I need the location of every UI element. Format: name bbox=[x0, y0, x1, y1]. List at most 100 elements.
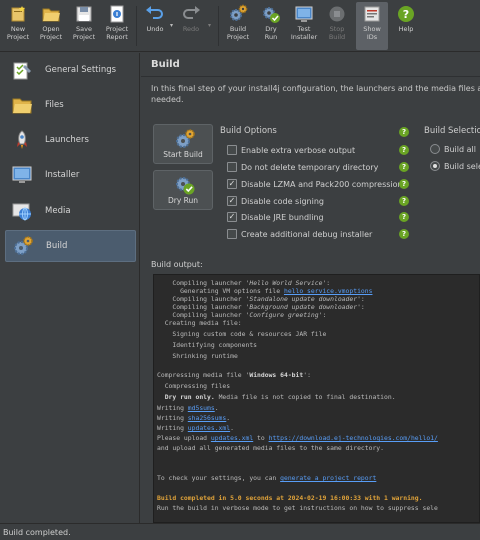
sidebar-item-label: Files bbox=[45, 100, 64, 110]
help-icon[interactable]: ? bbox=[399, 212, 409, 222]
monitor-icon bbox=[9, 162, 35, 188]
output-line: Compiling launcher 'Hello World Service'… bbox=[157, 279, 331, 287]
option-no-delete-temp[interactable]: Do not delete temporary directory bbox=[227, 160, 407, 174]
dry-run-icon bbox=[261, 4, 281, 24]
redo-icon bbox=[181, 4, 201, 24]
dry-run-big-button[interactable]: Dry Run bbox=[153, 170, 213, 210]
show-ids-icon bbox=[362, 4, 382, 24]
checkbox-checked[interactable]: ✓ bbox=[227, 179, 237, 189]
help-button[interactable]: ? Help bbox=[390, 2, 422, 50]
help-icon[interactable]: ? bbox=[399, 145, 409, 155]
stop-build-button[interactable]: Stop Build bbox=[321, 2, 353, 50]
report-icon bbox=[107, 4, 127, 24]
undo-label: Undo bbox=[146, 25, 164, 33]
sidebar: General Settings Files Launchers Install… bbox=[0, 53, 140, 523]
sidebar-item-label: General Settings bbox=[45, 65, 117, 75]
checkbox-checked[interactable]: ✓ bbox=[227, 212, 237, 222]
gears-icon bbox=[228, 4, 248, 24]
test-installer-button[interactable]: Test Installer bbox=[288, 2, 320, 50]
output-line: Writing updates.xml. bbox=[157, 424, 234, 432]
output-line: Identifying components bbox=[157, 341, 258, 349]
sidebar-item-label: Media bbox=[45, 206, 71, 216]
help-icon[interactable]: ? bbox=[399, 127, 409, 137]
sidebar-item-installer[interactable]: Installer bbox=[5, 159, 136, 191]
sidebar-item-build[interactable]: Build bbox=[5, 230, 136, 262]
save-icon bbox=[74, 4, 94, 24]
output-line: Compiling launcher 'Standalone update do… bbox=[157, 295, 365, 303]
option-label: Disable code signing bbox=[241, 196, 324, 206]
undo-dropdown-icon[interactable]: ▾ bbox=[170, 22, 173, 29]
radio-label: Build sele bbox=[444, 161, 480, 171]
output-line: To check your settings, you can generate… bbox=[157, 474, 377, 482]
main-panel: Build In this final step of your install… bbox=[141, 53, 480, 523]
radio-button[interactable] bbox=[430, 144, 440, 154]
build-project-button[interactable]: Build Project bbox=[222, 2, 254, 50]
help-icon[interactable]: ? bbox=[399, 229, 409, 239]
description-line: needed. bbox=[151, 95, 184, 104]
output-line: Compressing media file 'Windows 64-bit': bbox=[157, 371, 311, 379]
page-description: In this final step of your install4j con… bbox=[151, 83, 480, 105]
checkbox[interactable] bbox=[227, 145, 237, 155]
option-disable-code-signing[interactable]: ✓ Disable code signing bbox=[227, 194, 407, 208]
help-icon[interactable]: ? bbox=[399, 196, 409, 206]
output-line: Writing sha256sums. bbox=[157, 414, 231, 422]
help-label: Help bbox=[398, 25, 414, 33]
dry-run-big-label: Dry Run bbox=[167, 196, 199, 205]
option-debug-installer[interactable]: Create additional debug installer bbox=[227, 227, 407, 241]
output-line: Creating media file: bbox=[157, 319, 242, 327]
sidebar-item-launchers[interactable]: Launchers bbox=[5, 124, 136, 156]
open-folder-icon bbox=[41, 4, 61, 24]
start-build-button[interactable]: Start Build bbox=[153, 124, 213, 164]
wrench-icon bbox=[9, 57, 35, 83]
output-link[interactable]: updates.xml bbox=[211, 434, 253, 442]
sidebar-item-files[interactable]: Files bbox=[5, 89, 136, 121]
save-project-label: Save Project bbox=[72, 25, 96, 41]
checkbox[interactable] bbox=[227, 162, 237, 172]
show-ids-button[interactable]: Show IDs bbox=[356, 2, 388, 50]
output-link[interactable]: hello_service.vmoptions bbox=[284, 287, 373, 295]
radio-label: Build all bbox=[444, 144, 476, 154]
option-disable-jre-bundling[interactable]: ✓ Disable JRE bundling bbox=[227, 210, 407, 224]
new-project-button[interactable]: New Project bbox=[2, 2, 34, 50]
sidebar-item-label: Installer bbox=[45, 170, 80, 180]
output-link[interactable]: generate a project report bbox=[280, 474, 376, 482]
output-warning-line: Build completed in 5.0 seconds at 2024-0… bbox=[157, 494, 423, 502]
dry-run-button[interactable]: Dry Run bbox=[255, 2, 287, 50]
output-line: Writing md5sums. bbox=[157, 404, 219, 412]
folder-icon bbox=[9, 92, 35, 118]
option-label: Enable extra verbose output bbox=[241, 145, 356, 155]
output-line: Shrinking runtime bbox=[157, 352, 238, 360]
project-report-button[interactable]: Project Report bbox=[101, 2, 133, 50]
option-extra-verbose[interactable]: Enable extra verbose output bbox=[227, 143, 407, 157]
sidebar-item-media[interactable]: Media bbox=[5, 195, 136, 227]
page-title: Build bbox=[151, 59, 180, 70]
open-project-button[interactable]: Open Project bbox=[35, 2, 67, 50]
option-label: Disable JRE bundling bbox=[241, 212, 324, 222]
output-link[interactable]: https://download.ej-technologies.com/hel… bbox=[269, 434, 438, 442]
radio-build-selected[interactable]: Build sele bbox=[430, 159, 480, 173]
help-icon[interactable]: ? bbox=[399, 162, 409, 172]
help-icon[interactable]: ? bbox=[399, 179, 409, 189]
new-project-label: New Project bbox=[6, 25, 30, 41]
checkbox-checked[interactable]: ✓ bbox=[227, 196, 237, 206]
output-link[interactable]: md5sums bbox=[188, 404, 215, 412]
test-installer-icon bbox=[294, 4, 314, 24]
project-report-label: Project Report bbox=[105, 25, 129, 41]
stop-build-label: Stop Build bbox=[328, 25, 346, 41]
redo-dropdown-icon[interactable]: ▾ bbox=[208, 22, 211, 29]
checkbox[interactable] bbox=[227, 229, 237, 239]
build-output-console[interactable]: Compiling launcher 'Hello World Service'… bbox=[153, 274, 480, 523]
output-link[interactable]: updates.xml bbox=[188, 424, 230, 432]
output-line: Dry run only. Media file is not copied t… bbox=[157, 393, 396, 401]
radio-build-all[interactable]: Build all bbox=[430, 142, 476, 156]
status-text: Build completed. bbox=[3, 528, 71, 537]
redo-button[interactable]: Redo bbox=[175, 2, 207, 50]
save-project-button[interactable]: Save Project bbox=[68, 2, 100, 50]
option-disable-lzma[interactable]: ✓ Disable LZMA and Pack200 compression bbox=[227, 177, 407, 191]
radio-button-selected[interactable] bbox=[430, 161, 440, 171]
page-header: Build bbox=[141, 53, 480, 77]
output-line: Signing custom code & resources JAR file bbox=[157, 330, 327, 338]
output-link[interactable]: sha256sums bbox=[188, 414, 226, 422]
sidebar-item-general-settings[interactable]: General Settings bbox=[5, 54, 136, 86]
undo-button[interactable]: Undo bbox=[139, 2, 171, 50]
